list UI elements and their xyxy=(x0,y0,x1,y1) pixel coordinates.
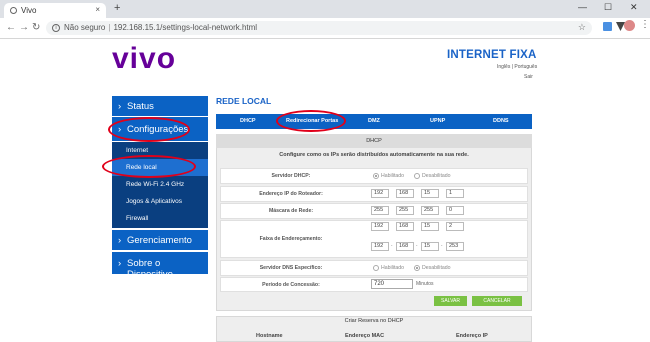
tab-upnp[interactable]: UPNP xyxy=(430,118,445,124)
close-window-button[interactable]: ✕ xyxy=(630,2,638,13)
annotation-circle-configuracoes xyxy=(108,117,190,142)
tab-title: Vivo xyxy=(21,6,37,15)
reload-icon[interactable]: ↻ xyxy=(32,22,40,33)
router-ip-octet-1[interactable]: 192 xyxy=(371,189,389,198)
page-title: REDE LOCAL xyxy=(216,96,272,106)
range-end-octet-4[interactable]: 253 xyxy=(446,242,464,251)
panel-title: DHCP xyxy=(216,134,532,148)
ip-separator: . xyxy=(391,242,393,248)
sidebar-subitem-label: Firewall xyxy=(126,215,149,222)
globe-icon xyxy=(10,7,17,14)
radio-label: Habilitado xyxy=(381,265,405,271)
vivo-logo: vivo xyxy=(112,42,177,75)
mask-octet-4[interactable]: 0 xyxy=(446,206,464,215)
annotation-circle-rede-local xyxy=(102,155,196,178)
minimize-button[interactable]: — xyxy=(578,2,587,12)
sidebar-subitem-label: Rede Wi-Fi 2.4 GHz xyxy=(126,181,185,188)
sidebar-subitem-label: Jogos & Aplicativos xyxy=(126,198,183,205)
radio-label: Desabilitado xyxy=(422,173,451,179)
mask-octet-2[interactable]: 255 xyxy=(396,206,414,215)
tab-dmz[interactable]: DMZ xyxy=(368,118,380,124)
logout-link[interactable]: Sair xyxy=(524,74,533,80)
panel-description: Configure como os IPs serão distribuídos… xyxy=(279,152,469,158)
browser-tab[interactable]: Vivo × xyxy=(4,3,106,18)
lease-unit-label: Minutos xyxy=(416,281,434,287)
sidebar-subitem-wifi[interactable]: Rede Wi-Fi 2.4 GHz xyxy=(112,176,208,193)
sidebar-subitem-jogos[interactable]: Jogos & Aplicativos xyxy=(112,193,208,210)
column-header-mac: Endereço MAC xyxy=(345,333,385,339)
new-tab-button[interactable]: + xyxy=(114,2,120,14)
sidebar-item-label: Sobre o Dispositivo xyxy=(127,258,173,280)
field-label: Servidor DHCP: xyxy=(271,173,311,179)
column-header-hostname: Hostname xyxy=(256,333,283,339)
router-ip-octet-3[interactable]: 15 xyxy=(421,189,439,198)
field-label: Período de Concessão: xyxy=(262,282,320,288)
close-tab-icon[interactable]: × xyxy=(95,5,100,14)
router-ip-octet-4[interactable]: 1 xyxy=(446,189,464,198)
radio-label: Desabilitado xyxy=(422,265,451,271)
not-secure-label: Não seguro xyxy=(64,23,106,32)
extension-icon[interactable] xyxy=(603,22,612,31)
sidebar-item-sobre[interactable]: › Sobre o Dispositivo xyxy=(112,252,208,280)
router-ip-octet-2[interactable]: 168 xyxy=(396,189,414,198)
sidebar-subitem-firewall[interactable]: Firewall xyxy=(112,210,208,228)
tab-dhcp[interactable]: DHCP xyxy=(240,118,256,124)
sidebar-item-gerenciamento[interactable]: › Gerenciamento xyxy=(112,230,208,250)
field-label: Endereço IP do Roteador: xyxy=(259,191,323,197)
info-icon[interactable]: i xyxy=(52,24,60,32)
reservation-title: Criar Reserva no DHCP xyxy=(344,318,404,324)
maximize-button[interactable]: ☐ xyxy=(604,2,612,13)
chevron-right-icon: › xyxy=(118,258,122,269)
range-start-octet-3[interactable]: 15 xyxy=(421,222,439,231)
range-start-octet-2[interactable]: 168 xyxy=(396,222,414,231)
address-bar[interactable]: i Não seguro | 192.168.15.1/settings-local… xyxy=(46,21,592,35)
range-start-octet-1[interactable]: 192 xyxy=(371,222,389,231)
field-label: Servidor DNS Específico: xyxy=(259,265,323,271)
tab-ddns[interactable]: DDNS xyxy=(493,118,509,124)
cancel-button[interactable]: CANCELAR xyxy=(472,296,522,306)
chevron-right-icon: › xyxy=(118,235,122,246)
dns-enabled-radio[interactable] xyxy=(373,265,379,271)
save-button[interactable]: SALVAR xyxy=(434,296,467,306)
mask-octet-1[interactable]: 255 xyxy=(371,206,389,215)
range-end-octet-1[interactable]: 192 xyxy=(371,242,389,251)
forward-icon[interactable]: → xyxy=(19,22,29,33)
field-label: Faixa de Endereçamento: xyxy=(259,236,323,242)
sidebar-item-label: Status xyxy=(127,101,154,112)
dns-disabled-radio[interactable] xyxy=(414,265,420,271)
dhcp-disabled-radio[interactable] xyxy=(414,173,420,179)
range-start-octet-4[interactable]: 2 xyxy=(446,222,464,231)
lease-time-input[interactable]: 720 xyxy=(371,279,413,289)
range-end-octet-3[interactable]: 15 xyxy=(421,242,439,251)
menu-icon[interactable]: ⋮ xyxy=(640,19,650,30)
back-icon[interactable]: ← xyxy=(6,22,16,33)
brand-title: INTERNET FIXA xyxy=(447,49,537,61)
field-label: Máscara de Rede: xyxy=(268,208,314,214)
mask-octet-3[interactable]: 255 xyxy=(421,206,439,215)
chevron-right-icon: › xyxy=(118,101,122,112)
browser-tab-bar: Vivo × + — ☐ ✕ xyxy=(0,0,650,18)
sidebar-subitem-label: Internet xyxy=(126,147,149,154)
star-icon[interactable]: ☆ xyxy=(578,22,586,33)
sidebar-item-label: Gerenciamento xyxy=(127,235,192,246)
column-header-ip: Endereço IP xyxy=(456,333,488,339)
ip-separator: . xyxy=(416,242,418,248)
radio-label: Habilitado xyxy=(381,173,405,179)
sidebar-item-status[interactable]: › Status xyxy=(112,96,208,116)
range-end-octet-2[interactable]: 168 xyxy=(396,242,414,251)
profile-avatar[interactable] xyxy=(624,20,635,31)
dhcp-enabled-radio[interactable] xyxy=(373,173,379,179)
browser-nav-bar: ← → ↻ i Não seguro | 192.168.15.1/settings… xyxy=(0,18,650,39)
ip-separator: . xyxy=(441,242,443,248)
settings-tabs: DHCP Redirecionar Portas DMZ UPNP DDNS xyxy=(216,114,532,129)
language-links[interactable]: Inglês | Português xyxy=(497,64,537,70)
annotation-circle-redirecionar-portas xyxy=(276,110,346,132)
url-text: 192.168.15.1/settings-local-network.html xyxy=(113,23,258,32)
